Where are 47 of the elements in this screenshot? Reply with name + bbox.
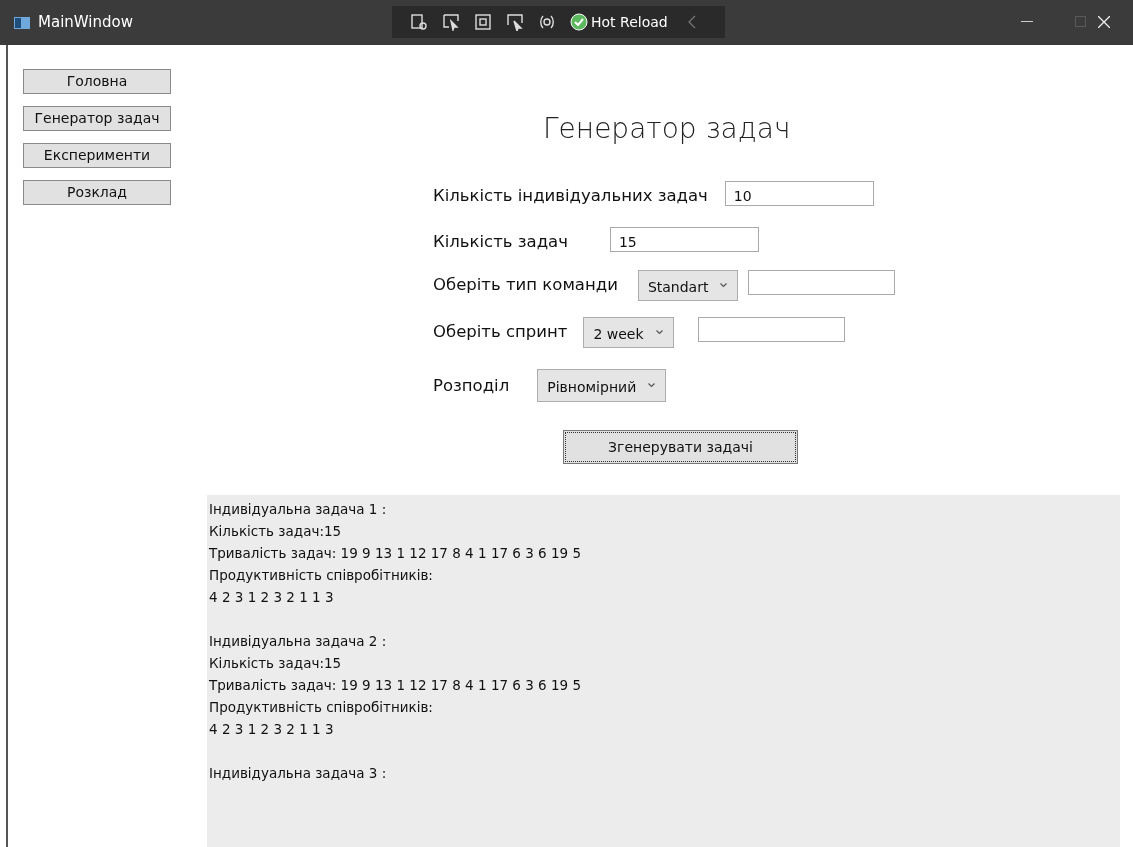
field-label: Оберіть спринт <box>433 321 568 343</box>
window-title: MainWindow <box>38 12 133 34</box>
pointer-icon[interactable] <box>442 13 460 31</box>
close-icon[interactable] <box>1098 16 1110 28</box>
text-field[interactable] <box>748 270 896 295</box>
select-element-icon[interactable] <box>506 13 524 31</box>
text-field[interactable]: 10 <box>724 181 874 206</box>
output-line: 4 2 3 1 2 3 2 1 1 3 <box>209 588 334 607</box>
dropdown[interactable]: Standart <box>637 270 739 301</box>
chevron-down-icon <box>648 383 656 388</box>
field-label: Кількість задач <box>433 231 568 253</box>
chevron-down-icon <box>655 330 663 335</box>
dropdown-value: Standart <box>647 277 709 297</box>
hot-reload-label[interactable]: Hot Reload <box>591 11 668 33</box>
text-field[interactable]: 15 <box>609 227 759 252</box>
nav-button[interactable]: Експерименти <box>23 143 171 168</box>
output-line: 4 2 3 1 2 3 2 1 1 3 <box>209 720 334 739</box>
output-line: Тривалість задач: 19 9 13 1 12 17 8 4 1 17 6 3 6 19 5 <box>209 676 582 695</box>
text-field[interactable] <box>697 317 845 342</box>
output-line: Продуктивність співробітників: <box>209 566 433 585</box>
nav-button[interactable]: Генератор задач <box>23 106 171 131</box>
output-line: Кількість задач:15 <box>209 654 342 673</box>
output-line: Індивідуальна задача 1 : <box>209 500 387 519</box>
generate-button[interactable]: Згенерувати задачі <box>563 430 798 464</box>
check-circle-icon <box>570 13 588 31</box>
output-line: Кількість задач:15 <box>209 522 342 541</box>
dropdown-value: 2 week <box>593 324 644 344</box>
output-line: Індивідуальна задача 3 : <box>209 764 387 783</box>
dropdown-value: Рівномірний <box>547 377 637 397</box>
field-label: Кількість індивідуальних задач <box>433 185 708 207</box>
dropdown[interactable]: Рівномірний <box>537 369 667 402</box>
field-label: Розподіл <box>433 375 510 397</box>
frame-icon[interactable] <box>474 13 492 31</box>
page-heading: Генератор задач <box>543 111 792 147</box>
sync-icon[interactable] <box>538 13 556 31</box>
minimize-icon[interactable] <box>1021 21 1033 23</box>
field-label: Оберіть тип команди <box>433 274 618 296</box>
dropdown[interactable]: 2 week <box>583 317 674 348</box>
output-line: Продуктивність співробітників: <box>209 698 433 717</box>
app-icon <box>14 16 30 29</box>
nav-button[interactable]: Головна <box>23 69 171 94</box>
output-line: Тривалість задач: 19 9 13 1 12 17 8 4 1 17 6 3 6 19 5 <box>209 544 582 563</box>
output-line: Індивідуальна задача 2 : <box>209 632 387 651</box>
nav-button[interactable]: Розклад <box>23 180 171 205</box>
inspect-tree-icon[interactable] <box>410 13 428 31</box>
chevron-down-icon <box>720 283 728 288</box>
chevron-left-icon[interactable] <box>687 15 696 29</box>
